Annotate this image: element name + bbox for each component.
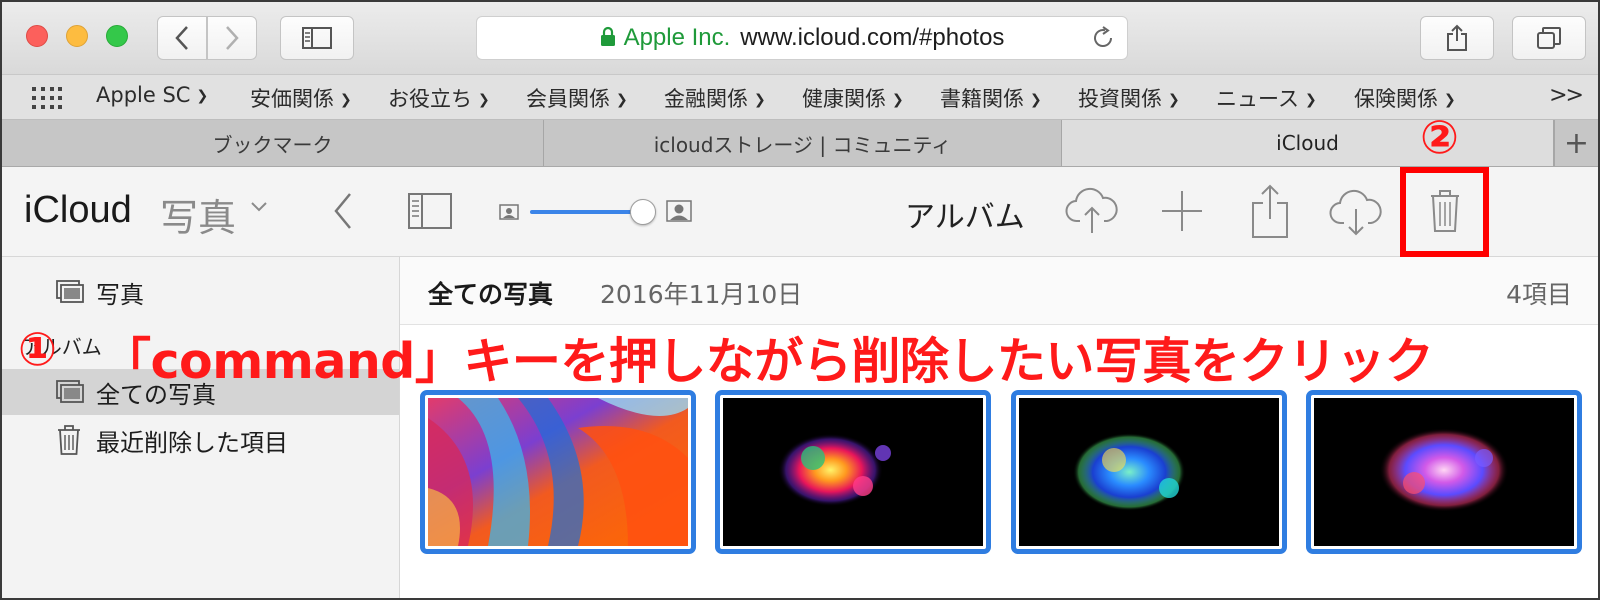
bookmark-folder[interactable]: 会員関係 ❯ xyxy=(526,83,628,113)
content-header: 全ての写真 2016年11月10日 4項目 xyxy=(400,257,1598,325)
sidebar-item-label: 写真 xyxy=(96,280,144,309)
tab-bar: ブックマーク icloudストレージ | コミュニティ iCloud + xyxy=(2,120,1598,167)
chevron-down-icon: ❯ xyxy=(1168,92,1180,108)
minimize-window-button[interactable] xyxy=(66,25,88,47)
photo-thumbnail[interactable] xyxy=(1306,390,1582,554)
chevron-down-icon[interactable] xyxy=(250,201,268,213)
small-photo-icon xyxy=(499,204,519,220)
chevron-down-icon: ❯ xyxy=(1444,92,1456,108)
zoom-window-button[interactable] xyxy=(106,25,128,47)
chevron-down-icon: ❯ xyxy=(892,92,904,108)
icloud-logo: iCloud xyxy=(24,189,132,231)
back-button[interactable] xyxy=(157,16,207,60)
chevron-down-icon: ❯ xyxy=(1030,92,1042,108)
forward-button[interactable] xyxy=(207,16,257,60)
browser-toolbar: Apple Inc. www.icloud.com/#photos xyxy=(2,2,1598,74)
sidebar-item-recently-deleted[interactable]: 最近削除した項目 xyxy=(2,417,399,463)
share-button[interactable] xyxy=(1420,16,1494,60)
sidebar-item-label: 最近削除した項目 xyxy=(96,428,288,457)
step-2-marker: ② xyxy=(1420,110,1459,164)
photo-thumbnail[interactable] xyxy=(1011,390,1287,554)
chevron-right-icon xyxy=(226,26,239,50)
share-icon[interactable] xyxy=(1250,183,1290,239)
tab-overview-button[interactable] xyxy=(1512,16,1586,60)
chevron-down-icon: ❯ xyxy=(1304,92,1317,108)
sidebar: 写真 アルバム 全ての写真 最近削除した項目 xyxy=(2,257,400,598)
view-title: アルバム xyxy=(905,200,1025,235)
trash-icon xyxy=(58,425,80,455)
item-count: 4項目 xyxy=(1506,280,1572,309)
close-window-button[interactable] xyxy=(26,25,48,47)
bookmark-folder[interactable]: 保険関係 ❯ xyxy=(1354,83,1456,113)
instruction-annotation: 「command」キーを押しながら削除したい写真をクリック xyxy=(102,333,1434,390)
tab-icloud[interactable]: iCloud xyxy=(1062,120,1554,166)
add-icon[interactable] xyxy=(1160,189,1204,233)
sidebar-toggle-icon[interactable] xyxy=(408,193,452,229)
zoom-slider-track[interactable] xyxy=(530,210,642,214)
bookmark-folder[interactable]: 書籍関係 ❯ xyxy=(940,83,1042,113)
tabs-overview-icon xyxy=(1537,27,1561,49)
photo-thumbnail[interactable] xyxy=(420,390,696,554)
download-cloud-icon[interactable] xyxy=(1329,187,1383,237)
bookmark-folder[interactable]: ニュース ❯ xyxy=(1216,83,1317,113)
address-url: www.icloud.com/#photos xyxy=(740,24,1005,51)
reload-icon[interactable] xyxy=(1091,26,1115,56)
chevron-down-icon: ❯ xyxy=(616,92,628,108)
upload-cloud-icon[interactable] xyxy=(1065,185,1119,235)
tab-bookmarks[interactable]: ブックマーク xyxy=(2,120,544,166)
bookmark-folder[interactable]: お役立ち ❯ xyxy=(388,83,490,113)
sidebar-icon xyxy=(302,27,332,49)
album-stack-icon xyxy=(56,380,84,403)
step-1-marker: ① xyxy=(18,322,57,376)
sidebar-item-photos[interactable]: 写真 xyxy=(2,269,399,315)
tab-icloud-storage-community[interactable]: icloudストレージ | コミュニティ xyxy=(544,120,1062,166)
bookmarks-bar: Apple SC ❯ 安価関係 ❯ お役立ち ❯ 会員関係 ❯ 金融関係 ❯ 健康関係 ❯ … xyxy=(2,74,1598,120)
trash-highlight-box xyxy=(1400,167,1489,257)
bookmark-folder[interactable]: Apple SC ❯ xyxy=(96,83,208,107)
wave-wallpaper-image xyxy=(428,398,688,546)
album-title: 全ての写真 xyxy=(428,280,554,309)
chevron-down-icon: ❯ xyxy=(196,88,209,104)
app-switcher[interactable]: 写真 xyxy=(160,187,236,242)
color-burst-image xyxy=(1019,398,1279,546)
address-company: Apple Inc. xyxy=(623,24,731,51)
bookmark-folder[interactable]: 健康関係 ❯ xyxy=(802,83,904,113)
large-photo-icon xyxy=(666,200,692,222)
chevron-left-icon xyxy=(175,26,188,50)
new-tab-button[interactable]: + xyxy=(1554,120,1598,166)
back-chevron-icon[interactable] xyxy=(332,191,354,231)
share-icon xyxy=(1447,24,1467,51)
icloud-photos-header: iCloud 写真 アルバム xyxy=(2,167,1598,257)
grid-icon[interactable] xyxy=(32,87,62,109)
chevron-down-icon: ❯ xyxy=(754,92,766,108)
album-date: 2016年11月10日 xyxy=(600,280,803,309)
address-bar[interactable]: Apple Inc. www.icloud.com/#photos xyxy=(476,16,1128,60)
bookmarks-overflow-button[interactable]: >> xyxy=(1549,83,1584,108)
photo-thumbnail[interactable] xyxy=(715,390,991,554)
chevron-down-icon: ❯ xyxy=(478,92,490,108)
bookmark-folder[interactable]: 投資関係 ❯ xyxy=(1078,83,1180,113)
show-sidebar-button[interactable] xyxy=(280,16,354,60)
color-burst-image xyxy=(723,398,983,546)
color-burst-image xyxy=(1314,398,1574,546)
photos-stack-icon xyxy=(56,280,84,303)
bookmark-folder[interactable]: 金融関係 ❯ xyxy=(664,83,766,113)
chevron-down-icon: ❯ xyxy=(340,92,352,108)
lock-icon xyxy=(600,24,616,52)
bookmark-folder[interactable]: 安価関係 ❯ xyxy=(250,83,352,113)
zoom-slider-handle[interactable] xyxy=(630,199,656,225)
